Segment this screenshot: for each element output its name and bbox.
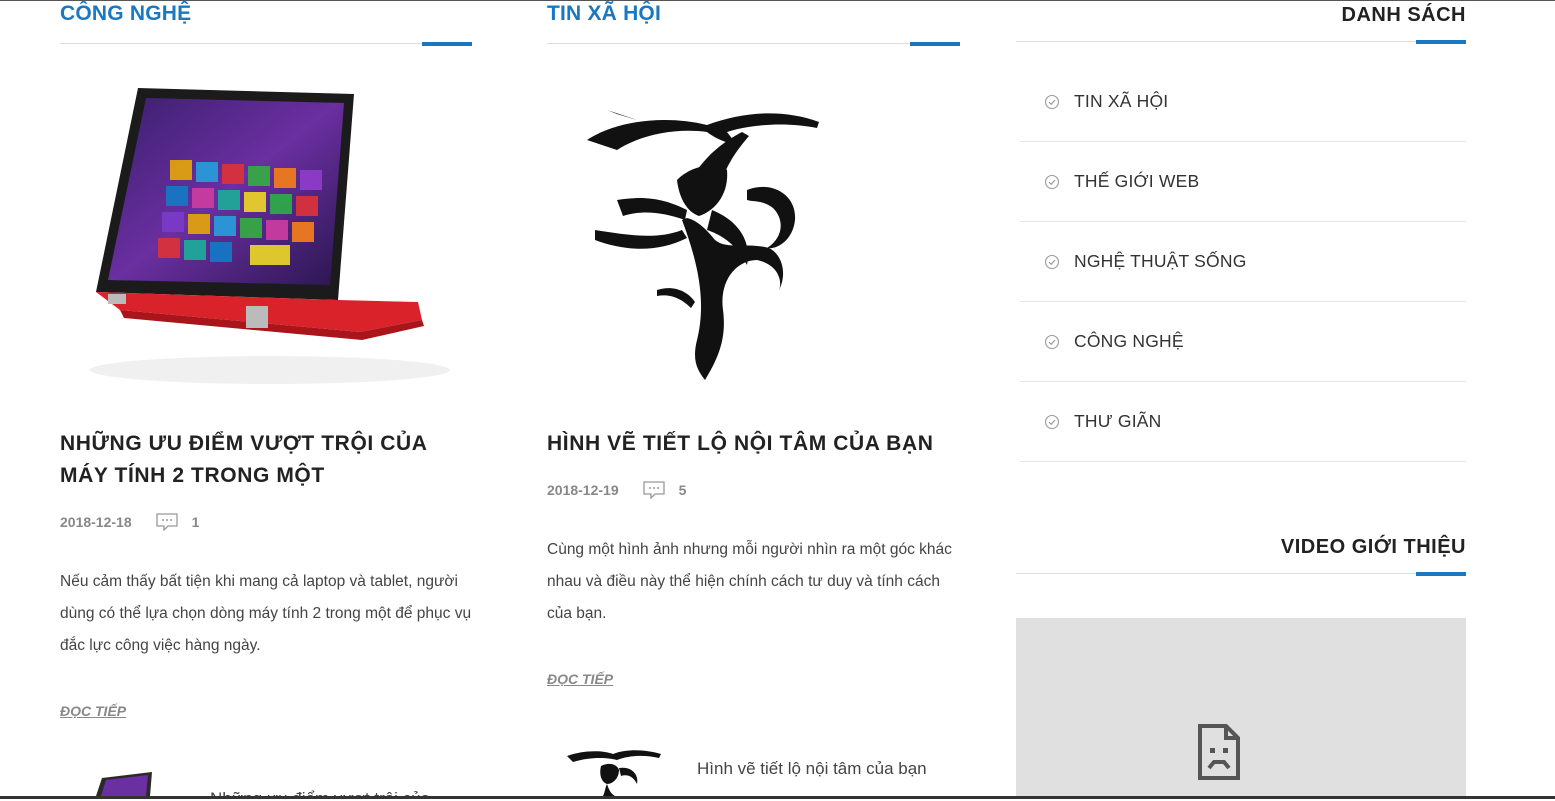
post-title[interactable]: HÌNH VẼ TIẾT LỘ NỘI TÂM CỦA BẠN <box>547 428 959 460</box>
section-accent-bar <box>910 42 960 46</box>
category-item[interactable]: THẾ GIỚI WEB <box>1020 142 1466 222</box>
tree-monkey-mini-image <box>567 750 661 796</box>
category-item[interactable]: CÔNG NGHỆ <box>1020 302 1466 382</box>
post-meta: 2018-12-18 1 <box>60 512 199 532</box>
comment-count[interactable]: 1 <box>192 514 200 530</box>
post-date: 2018-12-19 <box>547 482 619 498</box>
top-border <box>0 0 1555 1</box>
post-date: 2018-12-18 <box>60 514 132 530</box>
post-title[interactable]: NHỮNG ƯU ĐIỂM VƯỢT TRỘI CỦA MÁY TÍNH 2 T… <box>60 428 472 492</box>
sidebar-accent-bar <box>1416 40 1466 44</box>
section-title[interactable]: TIN XÃ HỘI <box>547 2 661 26</box>
category-label: NGHỆ THUẬT SỐNG <box>1074 251 1247 271</box>
category-label: CÔNG NGHỆ <box>1074 331 1184 351</box>
mini-post-thumbnail[interactable] <box>563 746 663 796</box>
comment-count[interactable]: 5 <box>679 482 687 498</box>
mini-post-thumbnail[interactable] <box>84 772 154 796</box>
post-excerpt: Nếu cảm thấy bất tiện khi mang cả laptop… <box>60 573 472 654</box>
section-title[interactable]: CÔNG NGHỆ <box>60 2 191 26</box>
check-circle-icon <box>1044 414 1060 429</box>
comment-icon <box>155 513 178 531</box>
tree-monkey-image <box>587 110 819 380</box>
category-item[interactable]: THƯ GIÃN <box>1020 382 1466 462</box>
category-list: TIN XÃ HỘI THẾ GIỚI WEB NGHỆ THUẬT SỐNG … <box>1020 62 1466 462</box>
laptop-image <box>90 88 450 384</box>
post-thumbnail[interactable] <box>60 70 472 400</box>
check-circle-icon <box>1044 174 1060 189</box>
category-label: TIN XÃ HỘI <box>1074 91 1169 111</box>
video-embed[interactable] <box>1016 618 1466 799</box>
check-circle-icon <box>1044 254 1060 269</box>
category-list-title: DANH SÁCH <box>1341 4 1466 26</box>
laptop-mini-image <box>96 772 152 796</box>
read-more-link[interactable]: ĐỌC TIẾP <box>547 671 613 687</box>
read-more-link[interactable]: ĐỌC TIẾP <box>60 703 126 719</box>
post-thumbnail[interactable] <box>547 70 959 400</box>
section-divider <box>547 43 960 44</box>
category-item[interactable]: NGHỆ THUẬT SỐNG <box>1020 222 1466 302</box>
check-circle-icon <box>1044 94 1060 109</box>
sidebar-divider <box>1016 41 1466 42</box>
category-label: THƯ GIÃN <box>1074 411 1162 431</box>
comment-icon <box>642 481 665 499</box>
post-excerpt: Cùng một hình ảnh nhưng mỗi người nhìn r… <box>547 541 952 622</box>
section-accent-bar <box>422 42 472 46</box>
video-accent-bar <box>1416 572 1466 576</box>
category-item[interactable]: TIN XÃ HỘI <box>1020 62 1466 142</box>
post-meta: 2018-12-19 5 <box>547 480 686 500</box>
category-label: THẾ GIỚI WEB <box>1074 171 1200 191</box>
video-section-title: VIDEO GIỚI THIỆU <box>1280 536 1466 558</box>
video-divider <box>1016 573 1466 574</box>
check-circle-icon <box>1044 334 1060 349</box>
broken-document-icon <box>1198 724 1240 780</box>
section-divider <box>60 43 472 44</box>
mini-post-title[interactable]: Hình vẽ tiết lộ nội tâm của bạn <box>697 756 927 796</box>
